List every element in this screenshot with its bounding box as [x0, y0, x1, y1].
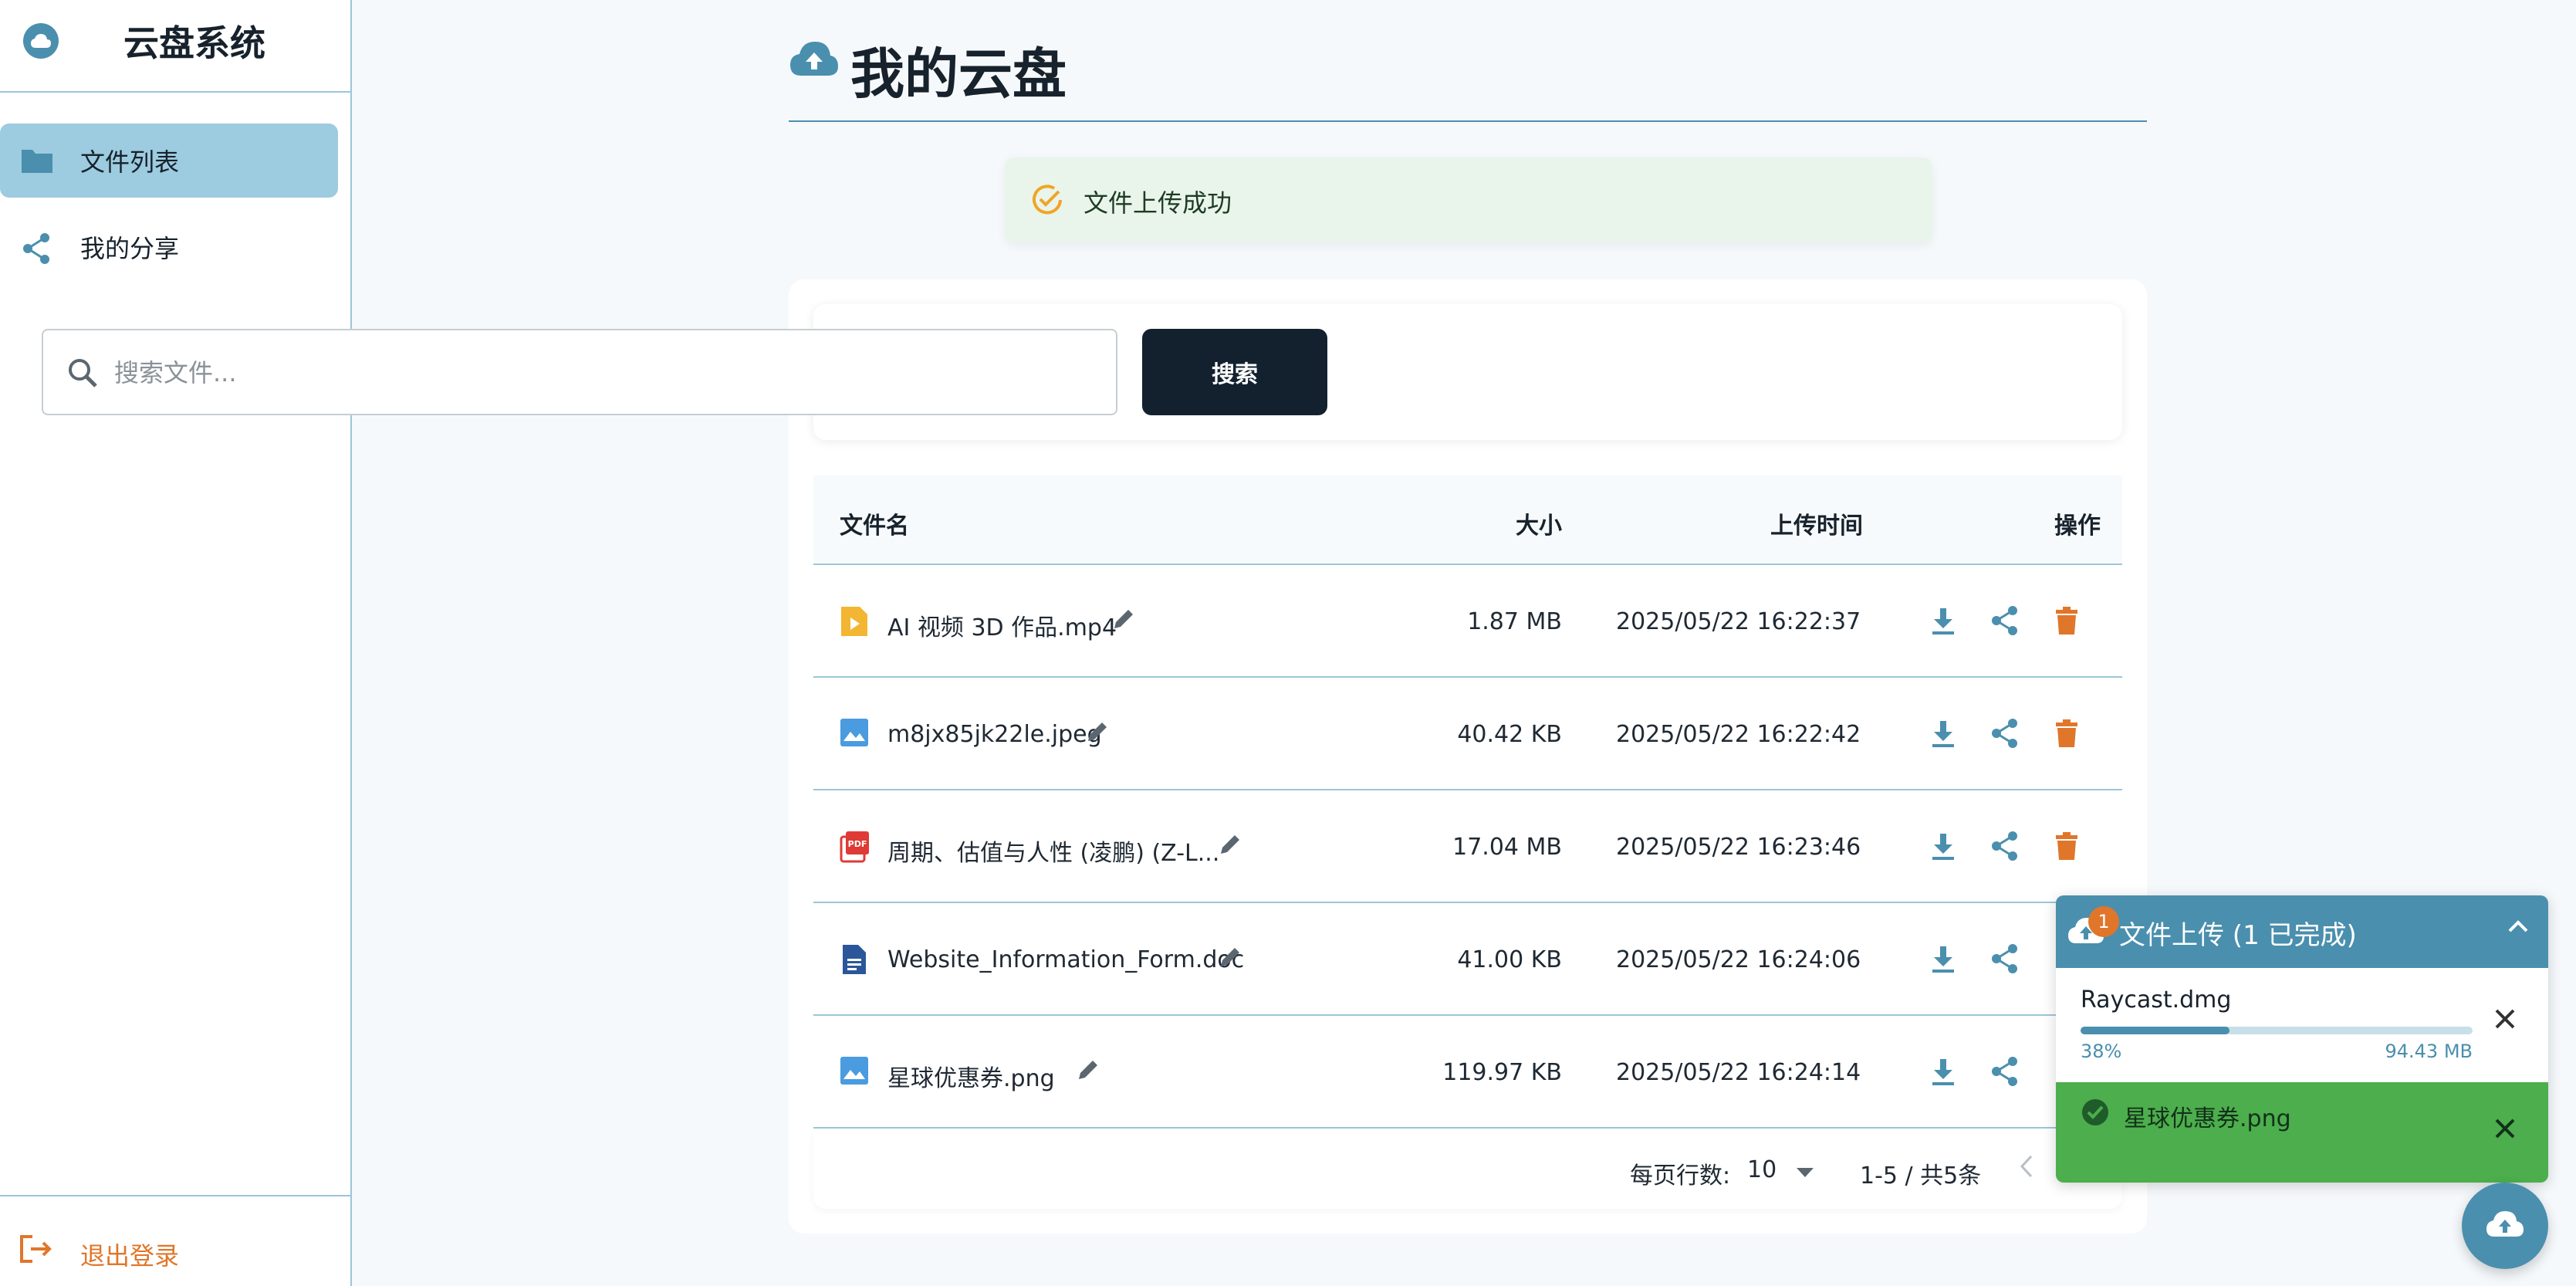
folder-icon — [20, 145, 54, 176]
upload-file-name: 星球优惠券.png — [2124, 1105, 2291, 1132]
table-header: 文件名 大小 上传时间 操作 — [813, 475, 2122, 565]
rows-per-page-value: 10 — [1747, 1156, 1777, 1183]
table-row[interactable]: AI 视频 3D 作品.mp4 1.87 MB 2025/05/22 16:22… — [813, 565, 2122, 678]
file-size: 40.42 KB — [1457, 721, 1562, 748]
upload-panel: 1 文件上传 (1 已完成) Raycast.dmg 38% 94.43 MB … — [2056, 895, 2548, 1183]
doc-file-icon — [840, 943, 869, 976]
sidebar-item-label: 文件列表 — [80, 147, 180, 177]
sidebar-item-file-list[interactable]: 文件列表 — [0, 124, 338, 198]
upload-time: 2025/05/22 16:23:46 — [1616, 834, 1861, 861]
file-name[interactable]: 周期、估值与人性 (凌鹏) (Z-L... — [887, 834, 1219, 868]
cloud-upload-icon — [789, 39, 840, 83]
column-header-size[interactable]: 大小 — [1477, 506, 1562, 540]
share-icon[interactable] — [1988, 716, 2022, 750]
svg-text:PDF: PDF — [848, 839, 867, 849]
cloud-upload-icon — [2485, 1209, 2525, 1243]
edit-icon[interactable] — [1216, 831, 1244, 861]
upload-progress-fill — [2081, 1027, 2230, 1034]
download-icon[interactable] — [1926, 942, 1960, 976]
previous-page-icon[interactable] — [2019, 1153, 2036, 1186]
column-header-name[interactable]: 文件名 — [840, 506, 909, 540]
check-circle-icon — [2081, 1098, 2110, 1130]
download-icon[interactable] — [1926, 716, 1960, 750]
edit-icon[interactable] — [1216, 943, 1244, 974]
brand: 云盘系统 — [0, 0, 350, 93]
upload-file-size: 94.43 MB — [2385, 1041, 2473, 1062]
upload-panel-title: 文件上传 (1 已完成) — [2119, 920, 2357, 951]
pagination: 每页行数: 10 1-5 / 共5条 — [813, 1129, 2122, 1209]
file-name[interactable]: Website_Information_Form.doc — [887, 946, 1244, 973]
check-circle-icon — [1031, 184, 1063, 219]
page-header: 我的云盘 — [789, 31, 2147, 122]
column-header-time[interactable]: 上传时间 — [1770, 506, 1863, 540]
upload-progress-bar — [2081, 1027, 2473, 1034]
share-icon[interactable] — [1988, 1054, 2022, 1088]
delete-icon[interactable] — [2050, 716, 2084, 750]
download-icon[interactable] — [1926, 1054, 1960, 1088]
pdf-file-icon: PDF — [840, 831, 869, 863]
video-file-icon — [840, 605, 869, 638]
dismiss-upload-icon[interactable] — [2493, 1116, 2517, 1144]
file-size: 1.87 MB — [1467, 608, 1562, 635]
page-title: 我的云盘 — [850, 42, 1067, 106]
upload-time: 2025/05/22 16:24:14 — [1616, 1059, 1861, 1086]
search-field[interactable] — [42, 329, 1117, 415]
logout-label: 退出登录 — [80, 1241, 180, 1271]
upload-fab-button[interactable] — [2462, 1183, 2548, 1269]
edit-icon[interactable] — [1074, 1056, 1102, 1087]
file-size: 119.97 KB — [1442, 1059, 1562, 1086]
table-row[interactable]: PDF 周期、估值与人性 (凌鹏) (Z-L... 17.04 MB 2025/… — [813, 790, 2122, 903]
rows-per-page-label: 每页行数: — [1630, 1162, 1731, 1190]
sidebar-item-my-shares[interactable]: 我的分享 — [0, 210, 338, 284]
edit-icon[interactable] — [1083, 718, 1111, 749]
upload-item-done: 星球优惠券.png — [2056, 1082, 2548, 1183]
column-header-actions: 操作 — [2054, 513, 2101, 540]
image-file-icon — [840, 1056, 869, 1088]
share-icon[interactable] — [1988, 942, 2022, 976]
app-title: 云盘系统 — [123, 22, 265, 64]
sidebar: 云盘系统 文件列表 我的分享 退出登录 — [0, 0, 352, 1286]
edit-icon[interactable] — [1110, 605, 1138, 636]
upload-progress-label: 38% — [2081, 1041, 2122, 1062]
chevron-up-icon[interactable] — [2507, 919, 2530, 937]
upload-file-name: Raycast.dmg — [2081, 986, 2232, 1014]
chevron-down-icon — [1796, 1156, 1814, 1183]
upload-count-badge: 1 — [2088, 906, 2119, 937]
image-file-icon — [840, 718, 869, 750]
file-name[interactable]: m8jx85jk22le.jpeg — [887, 721, 1102, 748]
page-range: 1-5 / 共5条 — [1860, 1162, 1982, 1190]
logout-icon — [19, 1234, 54, 1267]
alert-message: 文件上传成功 — [1083, 188, 1232, 218]
logout-button[interactable]: 退出登录 — [0, 1195, 352, 1286]
upload-panel-header[interactable]: 1 文件上传 (1 已完成) — [2056, 895, 2548, 968]
table-row[interactable]: 星球优惠券.png 119.97 KB 2025/05/22 16:24:14 — [813, 1016, 2122, 1129]
delete-icon[interactable] — [2050, 829, 2084, 863]
file-name[interactable]: AI 视频 3D 作品.mp4 — [887, 608, 1117, 642]
file-size: 41.00 KB — [1457, 946, 1562, 973]
share-icon[interactable] — [1988, 604, 2022, 638]
cancel-upload-icon[interactable] — [2493, 1007, 2517, 1034]
table-row[interactable]: Website_Information_Form.doc 41.00 KB 20… — [813, 903, 2122, 1016]
search-button[interactable]: 搜索 — [1142, 329, 1327, 415]
upload-item: Raycast.dmg 38% 94.43 MB — [2056, 968, 2548, 1082]
delete-icon[interactable] — [2050, 604, 2084, 638]
file-table: 文件名 大小 上传时间 操作 AI 视频 3D 作品.mp4 1.87 MB 2… — [813, 475, 2122, 1209]
file-size: 17.04 MB — [1452, 834, 1562, 861]
file-name[interactable]: 星球优惠券.png — [887, 1059, 1055, 1093]
success-alert: 文件上传成功 — [1005, 157, 1932, 242]
download-icon[interactable] — [1926, 604, 1960, 638]
upload-time: 2025/05/22 16:24:06 — [1616, 946, 1861, 973]
upload-time: 2025/05/22 16:22:37 — [1616, 608, 1861, 635]
upload-time: 2025/05/22 16:22:42 — [1616, 721, 1861, 748]
download-icon[interactable] — [1926, 829, 1960, 863]
search-icon — [66, 357, 99, 392]
share-icon[interactable] — [1988, 829, 2022, 863]
sidebar-item-label: 我的分享 — [80, 234, 180, 263]
cloud-logo-icon — [23, 23, 59, 59]
rows-per-page-select[interactable]: 10 — [1747, 1156, 1814, 1183]
search-input[interactable] — [114, 346, 1087, 400]
table-row[interactable]: m8jx85jk22le.jpeg 40.42 KB 2025/05/22 16… — [813, 678, 2122, 790]
share-icon — [20, 232, 54, 264]
